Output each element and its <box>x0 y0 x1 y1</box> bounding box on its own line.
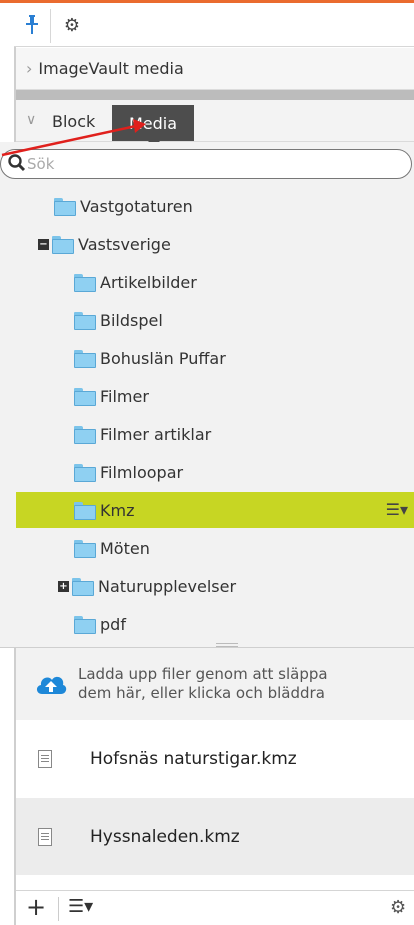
tree-item-filmloopar[interactable]: Filmloopar <box>16 454 414 490</box>
chevron-down-icon[interactable]: ∨ <box>26 112 36 128</box>
imagevault-media-section[interactable]: › ImageVault media <box>16 48 414 90</box>
search-input[interactable]: Sök <box>0 149 412 179</box>
panel-toolbar: ⚙ <box>14 3 414 47</box>
folder-icon <box>74 540 96 558</box>
section-divider <box>16 90 414 100</box>
resize-handle[interactable] <box>216 643 238 647</box>
tab-media-label: Media <box>128 113 178 133</box>
tree-item-kmz[interactable]: Kmz ☰▾ <box>16 492 414 528</box>
media-tree-panel: Sök Vastgotaturen − Vastsverige Artikelb… <box>0 142 414 648</box>
tree-item-label: pdf <box>100 614 126 634</box>
tree-item-label: Möten <box>100 538 150 558</box>
tree-item-label: Artikelbilder <box>100 272 197 292</box>
tree-item-label: Filmer artiklar <box>100 424 212 444</box>
list-item[interactable]: Hyssnaleden.kmz <box>16 798 414 876</box>
folder-icon <box>52 236 74 254</box>
tree-item-filmer[interactable]: Filmer <box>16 378 414 414</box>
folder-icon <box>74 312 96 330</box>
tree-item-label: Filmer <box>100 386 149 406</box>
tab-block[interactable]: Block <box>52 112 95 131</box>
folder-icon <box>74 502 96 520</box>
upload-dropzone[interactable]: Ladda upp filer genom att släppa dem här… <box>16 648 414 720</box>
upload-line-1: Ladda upp filer genom att släppa <box>78 665 328 683</box>
tree-item-artikelbilder[interactable]: Artikelbilder <box>16 264 414 300</box>
folder-icon <box>74 426 96 444</box>
pin-icon-svg <box>26 15 38 34</box>
asset-tabs: ∨ Block Media <box>16 100 414 147</box>
tree-item-naturupplevelser[interactable]: + Naturupplevelser <box>16 568 414 604</box>
add-icon[interactable]: + <box>26 893 46 921</box>
folder-icon <box>74 274 96 292</box>
context-menu-icon[interactable]: ☰▾ <box>386 500 408 519</box>
folder-icon <box>74 616 96 634</box>
tree-item-bohuslan-puffar[interactable]: Bohuslän Puffar <box>16 340 414 376</box>
collapse-icon[interactable]: − <box>38 238 49 250</box>
tree-item-filmer-artiklar[interactable]: Filmer artiklar <box>16 416 414 452</box>
file-list: Hofsnäs naturstigar.kmz Hyssnaleden.kmz <box>16 720 414 876</box>
tree-item-label: Vastgotaturen <box>80 196 193 216</box>
file-name: Hyssnaleden.kmz <box>90 826 240 847</box>
chevron-right-icon: › <box>26 59 33 78</box>
tree-item-vastsverige[interactable]: − Vastsverige <box>16 226 414 262</box>
imagevault-media-label: ImageVault media <box>38 59 184 78</box>
tree-item-label: Kmz <box>100 500 135 520</box>
upload-line-2: dem här, eller klicka och bläddra <box>78 684 325 702</box>
tree-item-label: Naturupplevelser <box>98 576 237 596</box>
tree-item-label: Bohuslän Puffar <box>100 348 226 368</box>
folder-icon <box>74 464 96 482</box>
folder-icon <box>54 198 76 216</box>
folder-icon <box>74 350 96 368</box>
expand-icon[interactable]: + <box>58 580 69 592</box>
gear-icon[interactable]: ⚙ <box>58 11 86 39</box>
search-placeholder: Sök <box>27 155 55 173</box>
tree-item-vastgotaturen[interactable]: Vastgotaturen <box>16 188 414 224</box>
tree-item-moten[interactable]: Möten <box>16 530 414 566</box>
cloud-upload-icon <box>36 676 67 694</box>
tree-item-bildspel[interactable]: Bildspel <box>16 302 414 338</box>
upload-instructions: Ladda upp filer genom att släppa dem här… <box>78 665 328 703</box>
folder-icon <box>72 578 94 596</box>
pin-icon[interactable] <box>18 11 46 39</box>
tree-item-pdf[interactable]: pdf <box>16 606 414 642</box>
document-icon <box>38 827 52 846</box>
tree-item-label: Filmloopar <box>100 462 184 482</box>
tab-media[interactable]: Media <box>112 105 194 147</box>
toolbar-divider <box>58 897 59 921</box>
gear-icon[interactable]: ⚙ <box>390 897 406 918</box>
list-item[interactable]: Hofsnäs naturstigar.kmz <box>16 720 414 798</box>
folder-icon <box>74 388 96 406</box>
file-name: Hofsnäs naturstigar.kmz <box>90 748 297 769</box>
tree-item-label: Vastsverige <box>78 234 171 254</box>
list-menu-icon[interactable]: ☰▾ <box>68 896 93 917</box>
search-icon <box>8 154 26 172</box>
bottom-toolbar: + ☰▾ ⚙ <box>16 890 414 925</box>
toolbar-divider <box>50 9 51 43</box>
tree-item-label: Bildspel <box>100 310 163 330</box>
document-icon <box>38 749 52 768</box>
